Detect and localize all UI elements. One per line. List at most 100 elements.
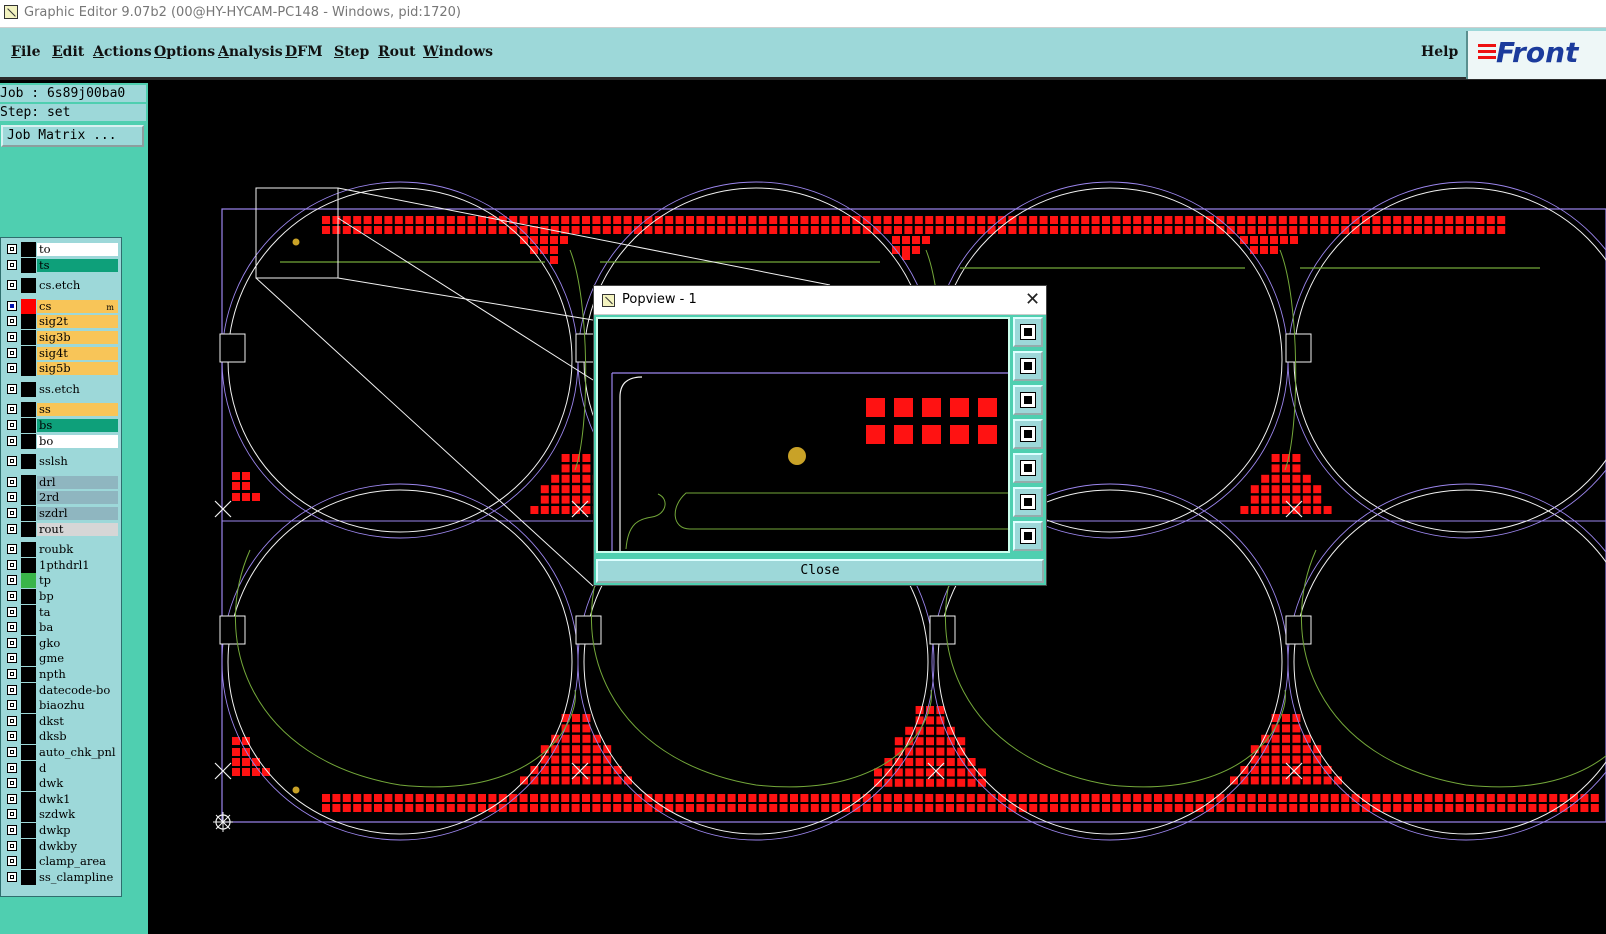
layer-name[interactable]: 1pthdrl1 — [37, 558, 118, 572]
layer-checkbox[interactable] — [7, 731, 17, 742]
layer-row-ta[interactable]: ta — [2, 604, 120, 620]
layer-color-swatch[interactable] — [21, 418, 36, 433]
layer-row-ss_clampline[interactable]: ss_clampline — [2, 869, 120, 885]
layer-row-cs[interactable]: cs m — [2, 298, 120, 314]
layer-checkbox[interactable] — [7, 684, 17, 695]
layer-row-gko[interactable]: gko — [2, 635, 120, 651]
zoom-window-icon[interactable] — [1013, 317, 1043, 347]
layer-name[interactable]: sig4t — [37, 346, 118, 360]
layer-row-gme[interactable]: gme — [2, 651, 120, 667]
pan-left-icon[interactable] — [1013, 419, 1043, 449]
layer-row-clamp_area[interactable]: clamp_area — [2, 854, 120, 870]
layer-color-swatch[interactable] — [21, 745, 36, 760]
layer-name[interactable]: rout — [37, 522, 118, 536]
layer-name[interactable]: bs — [37, 419, 118, 432]
layer-color-swatch[interactable] — [21, 651, 36, 667]
layer-color-swatch[interactable] — [21, 557, 36, 573]
layer-checkbox[interactable] — [7, 653, 17, 664]
layer-row-dwkby[interactable]: dwkby — [2, 838, 120, 854]
layer-row-bo[interactable]: bo — [2, 433, 120, 449]
layer-name[interactable]: drl — [37, 475, 118, 489]
layer-row-d[interactable]: d — [2, 760, 120, 776]
layer-name[interactable]: dwk — [37, 777, 118, 791]
layer-checkbox[interactable] — [7, 383, 17, 394]
layer-checkbox[interactable] — [7, 544, 17, 555]
layer-color-swatch[interactable] — [21, 298, 36, 314]
layer-row-sig3b[interactable]: sig3b — [2, 330, 120, 345]
layer-checkbox[interactable] — [7, 871, 17, 882]
layer-row-roubk[interactable]: roubk — [2, 542, 120, 558]
layer-checkbox[interactable] — [7, 700, 17, 711]
layer-name[interactable]: dksb — [37, 730, 118, 744]
layer-color-swatch[interactable] — [21, 474, 36, 490]
layer-color-swatch[interactable] — [21, 807, 36, 823]
layer-name[interactable]: cs m — [37, 299, 118, 313]
layer-name[interactable]: datecode-bo — [37, 683, 118, 697]
layer-name[interactable]: biaozhu — [37, 699, 118, 713]
layer-checkbox[interactable] — [7, 778, 17, 789]
menu-dfm[interactable]: DFM — [285, 44, 323, 60]
layer-name[interactable]: sig3b — [37, 331, 118, 344]
layer-checkbox[interactable] — [7, 508, 17, 518]
layer-row-dkst[interactable]: dkst — [2, 713, 120, 729]
layer-checkbox[interactable] — [7, 856, 17, 867]
menu-actions[interactable]: Actions — [93, 44, 152, 60]
pan-down-icon[interactable] — [1013, 385, 1043, 415]
layer-name[interactable]: dkst — [37, 714, 118, 728]
layer-row-dwk[interactable]: dwk — [2, 776, 120, 792]
layer-row-szdrl[interactable]: szdrl — [2, 506, 120, 521]
layer-color-swatch[interactable] — [21, 521, 36, 537]
layer-color-swatch[interactable] — [21, 682, 36, 698]
layer-name[interactable]: ta — [37, 605, 118, 619]
layer-color-swatch[interactable] — [21, 713, 36, 729]
layer-row-tp[interactable]: tp — [2, 573, 120, 589]
layer-checkbox[interactable] — [7, 575, 17, 586]
layer-name[interactable]: roubk — [37, 543, 118, 557]
layer-row-sig5b[interactable]: sig5b — [2, 361, 120, 377]
layer-checkbox[interactable] — [7, 591, 17, 601]
layer-row-ts[interactable]: ts — [2, 257, 120, 273]
layer-row-sslsh[interactable]: sslsh — [2, 454, 120, 470]
layer-row-drl[interactable]: drl — [2, 474, 120, 490]
menu-analysis[interactable]: Analysis — [218, 44, 283, 60]
layer-color-swatch[interactable] — [21, 604, 36, 620]
layer-row-auto_chk_pnl[interactable]: auto_chk_pnl — [2, 745, 120, 760]
job-matrix-button[interactable]: Job Matrix ... — [1, 125, 144, 147]
layer-row-ss[interactable]: ss — [2, 402, 120, 418]
layer-checkbox[interactable] — [7, 300, 17, 311]
layer-color-swatch[interactable] — [21, 257, 36, 273]
layer-checkbox[interactable] — [7, 456, 17, 467]
menu-options[interactable]: Options — [154, 44, 215, 60]
layer-checkbox[interactable] — [7, 669, 17, 679]
layer-color-swatch[interactable] — [21, 854, 36, 870]
layer-name[interactable]: dwkby — [37, 839, 118, 853]
layer-name[interactable]: tp — [37, 574, 118, 588]
layer-color-swatch[interactable] — [21, 242, 36, 257]
layer-checkbox[interactable] — [7, 280, 17, 291]
layer-color-swatch[interactable] — [21, 635, 36, 651]
pan-up-icon[interactable] — [1013, 351, 1043, 381]
menu-file[interactable]: File — [11, 44, 41, 60]
layer-checkbox[interactable] — [7, 606, 17, 617]
layer-checkbox[interactable] — [7, 420, 17, 430]
layer-color-swatch[interactable] — [21, 620, 36, 636]
zoom-in-icon[interactable] — [1013, 487, 1043, 517]
layer-checkbox[interactable] — [7, 435, 17, 446]
layer-checkbox[interactable] — [7, 840, 17, 851]
layer-color-swatch[interactable] — [21, 667, 36, 682]
menu-windows[interactable]: Windows — [423, 44, 493, 60]
layer-row-sig2t[interactable]: sig2t — [2, 314, 120, 330]
layer-name[interactable]: sslsh — [37, 455, 118, 469]
layer-name[interactable]: auto_chk_pnl — [37, 746, 118, 759]
layer-color-swatch[interactable] — [21, 490, 36, 506]
layer-color-swatch[interactable] — [21, 345, 36, 361]
layer-name[interactable]: npth — [37, 668, 118, 681]
pan-right-icon[interactable] — [1013, 453, 1043, 483]
layer-name[interactable]: dwk1 — [37, 792, 118, 806]
layer-color-swatch[interactable] — [21, 791, 36, 807]
layer-name[interactable]: cs.etch — [37, 279, 118, 293]
layer-color-swatch[interactable] — [21, 729, 36, 745]
layer-row-rout[interactable]: rout — [2, 521, 120, 537]
layer-checkbox[interactable] — [7, 637, 17, 648]
layer-name[interactable]: gko — [37, 636, 118, 650]
